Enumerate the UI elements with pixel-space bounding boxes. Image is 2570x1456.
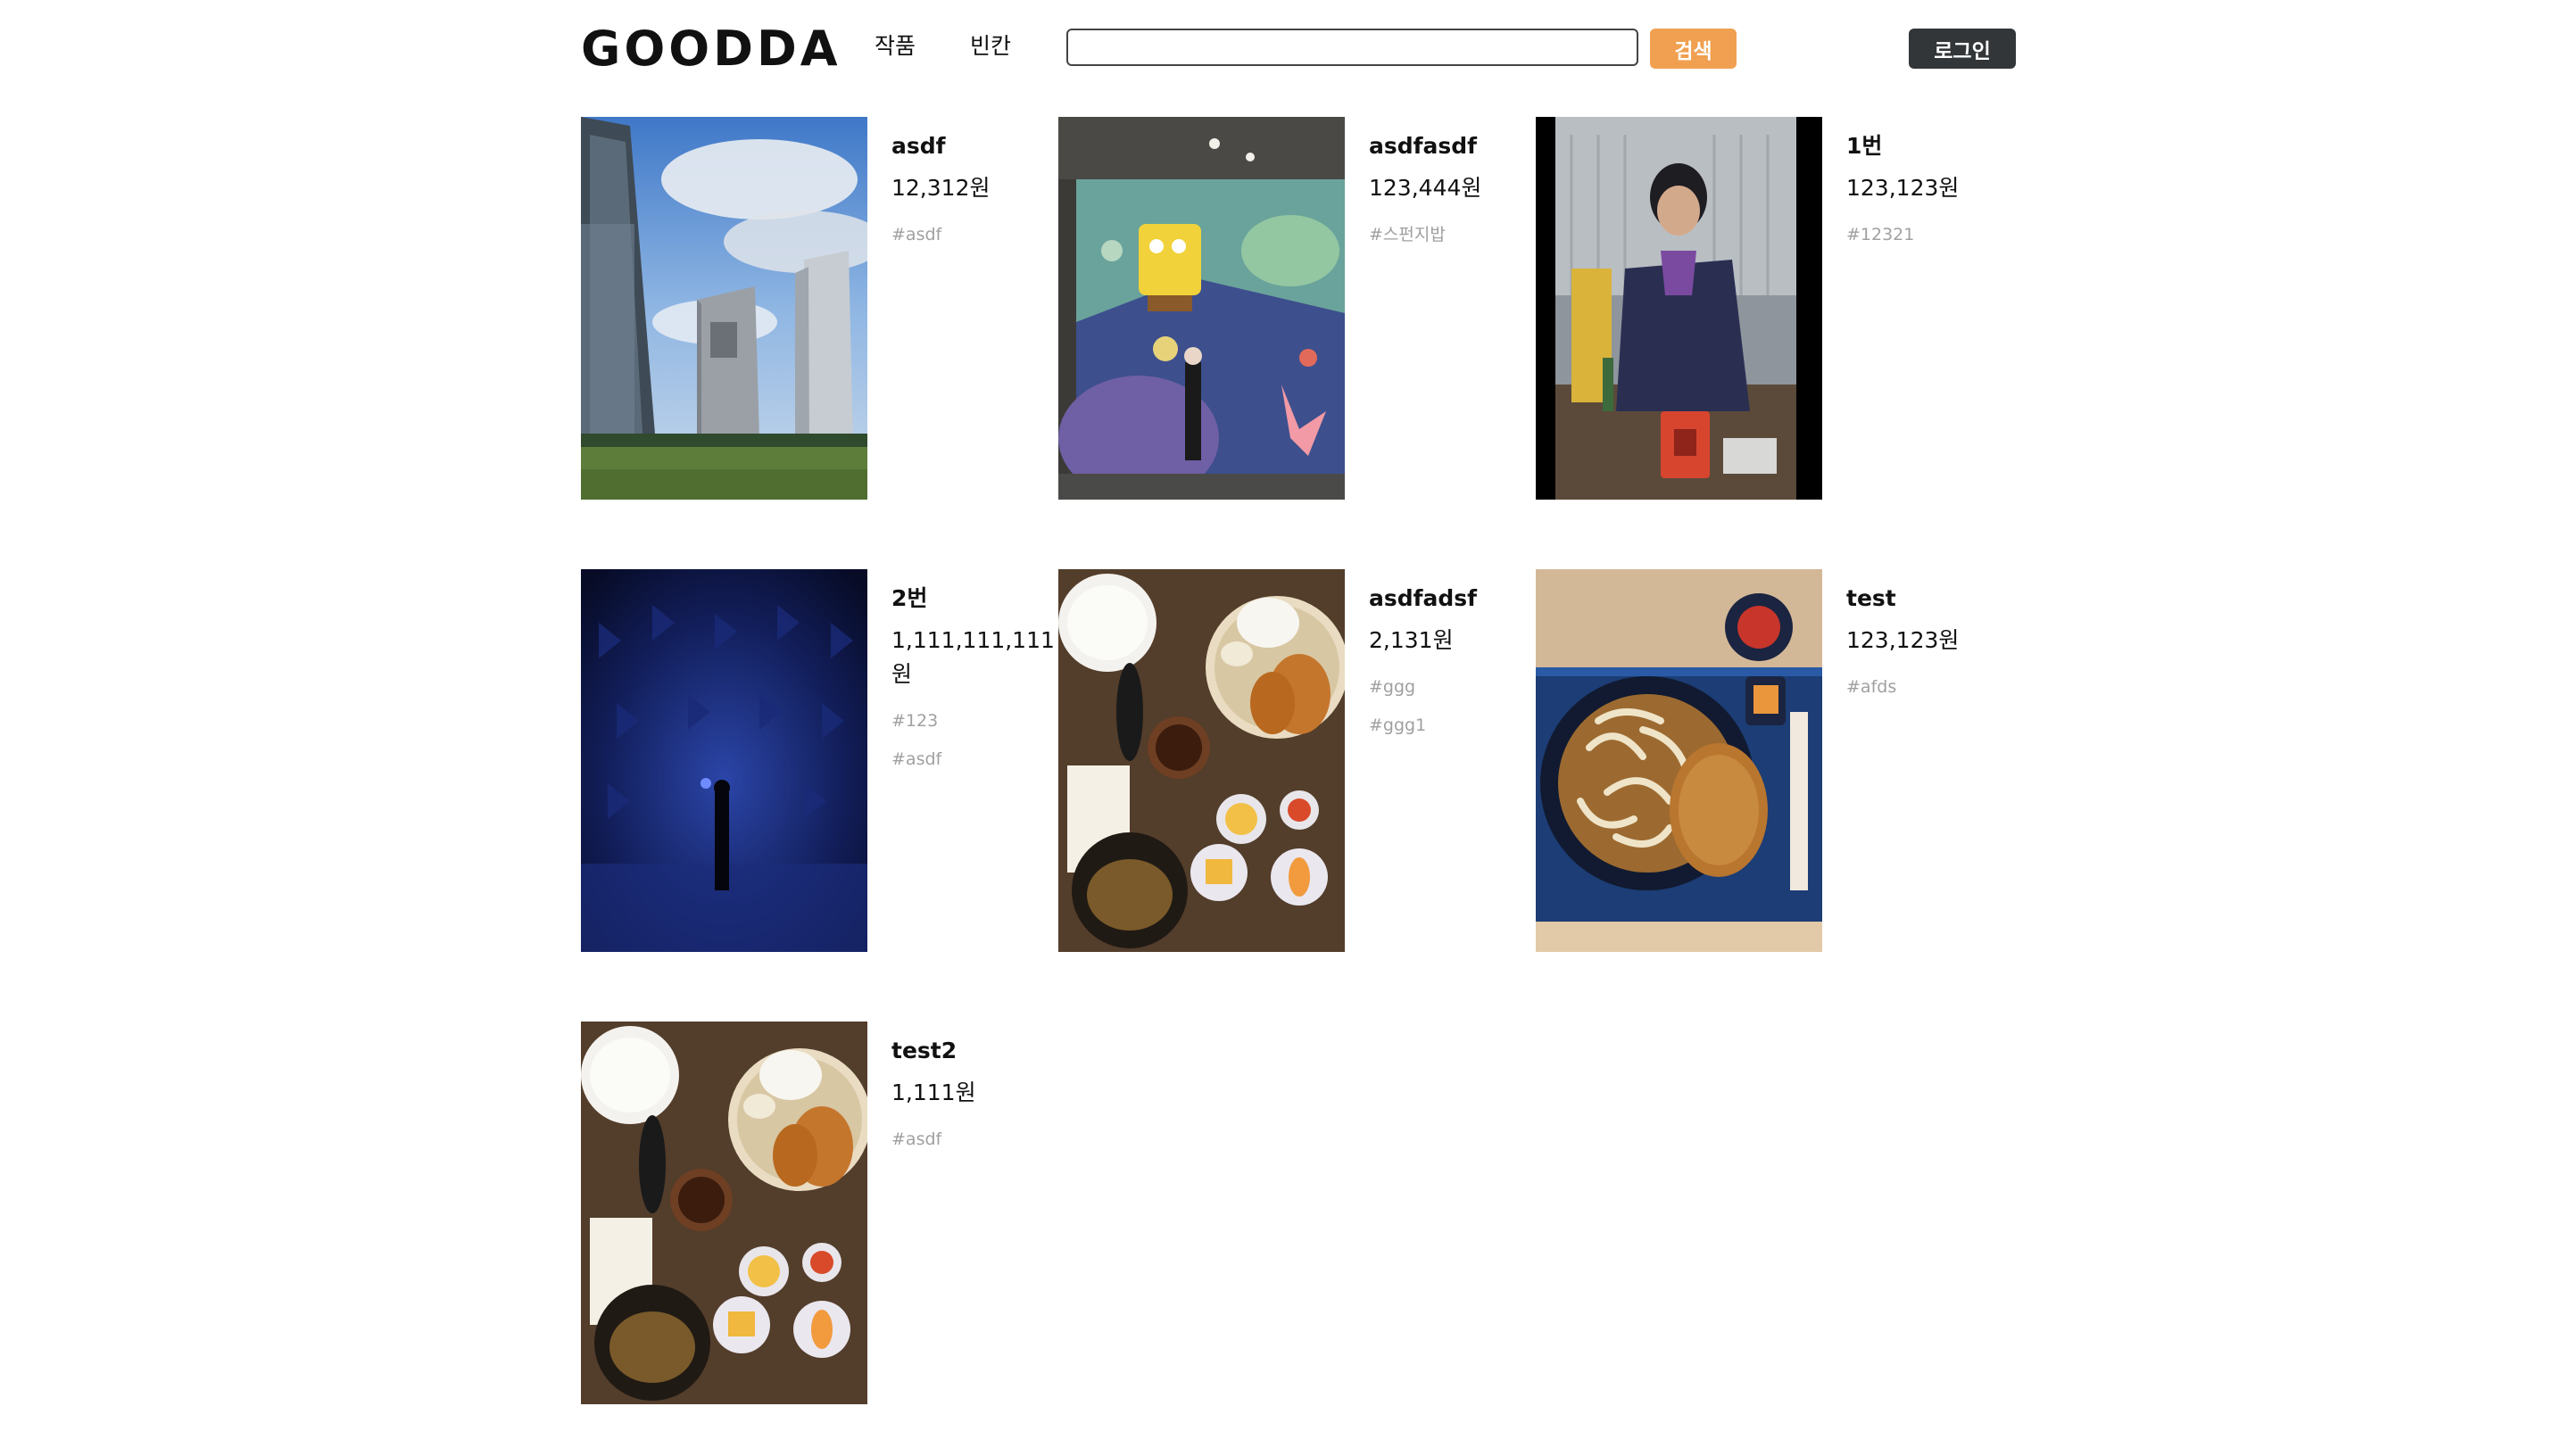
product-image-set-meal[interactable] bbox=[581, 1022, 867, 1404]
product-info: test2 1,111원 #asdf bbox=[867, 1022, 976, 1404]
product-info: 2번 1,111,111,111원 #123 #asdf bbox=[867, 569, 1058, 952]
product-tag[interactable]: #asdf bbox=[891, 216, 990, 254]
product-image-person-at-desk[interactable] bbox=[1536, 117, 1822, 500]
product-info: test 123,123원 #afds bbox=[1822, 569, 1959, 952]
product-info: asdfasdf 123,444원 #스펀지밥 bbox=[1345, 117, 1481, 500]
nav-link-works[interactable]: 작품 bbox=[875, 29, 916, 64]
product-title[interactable]: asdfadsf bbox=[1369, 582, 1477, 616]
product-tag[interactable]: #afds bbox=[1846, 668, 1959, 707]
product-tag[interactable]: #12321 bbox=[1846, 216, 1959, 254]
product-tag[interactable]: #asdf bbox=[891, 740, 1058, 779]
product-tag[interactable]: #ggg1 bbox=[1369, 707, 1477, 745]
product-tags: #12321 bbox=[1846, 216, 1959, 254]
product-price: 123,444원 bbox=[1369, 175, 1482, 201]
product-tags: #asdf bbox=[891, 216, 990, 254]
search-button[interactable]: 검색 bbox=[1650, 29, 1737, 69]
product-tag[interactable]: #asdf bbox=[891, 1121, 976, 1159]
product-title[interactable]: 1번 bbox=[1846, 129, 1959, 163]
product-image-udon-katsu[interactable] bbox=[1536, 569, 1822, 952]
product-title[interactable]: test2 bbox=[891, 1034, 976, 1068]
product-card[interactable]: test2 1,111원 #asdf bbox=[581, 1022, 1058, 1404]
product-price: 123,123원 bbox=[1846, 627, 1960, 653]
product-info: asdfadsf 2,131원 #ggg #ggg1 bbox=[1345, 569, 1477, 952]
product-price: 123,123원 bbox=[1846, 175, 1960, 201]
product-tags: #asdf bbox=[891, 1121, 976, 1159]
product-tags: #ggg #ggg1 bbox=[1369, 668, 1477, 745]
product-title[interactable]: asdf bbox=[891, 129, 990, 163]
product-title[interactable]: 2번 bbox=[891, 582, 1058, 616]
product-card[interactable]: asdfasdf 123,444원 #스펀지밥 bbox=[1058, 117, 1536, 500]
product-card[interactable]: 2번 1,111,111,111원 #123 #asdf bbox=[581, 569, 1058, 952]
product-card[interactable]: 1번 123,123원 #12321 bbox=[1536, 117, 2013, 500]
top-header: GOODDA 작품 빈칸 검색 로그인 bbox=[0, 0, 2570, 98]
product-title[interactable]: asdfasdf bbox=[1369, 129, 1481, 163]
product-price: 2,131원 bbox=[1369, 627, 1454, 653]
product-image-set-meal[interactable] bbox=[1058, 569, 1345, 952]
product-tag[interactable]: #스펀지밥 bbox=[1369, 216, 1481, 254]
nav-link-blank[interactable]: 빈칸 bbox=[970, 29, 1011, 64]
product-tag[interactable]: #123 bbox=[891, 702, 1058, 740]
product-title[interactable]: test bbox=[1846, 582, 1959, 616]
product-tags: #afds bbox=[1846, 668, 1959, 707]
product-card[interactable]: test 123,123원 #afds bbox=[1536, 569, 2013, 952]
product-image-spongebob-mural[interactable] bbox=[1058, 117, 1345, 500]
product-tag[interactable]: #ggg bbox=[1369, 668, 1477, 707]
product-image-city-buildings[interactable] bbox=[581, 117, 867, 500]
product-card[interactable]: asdfadsf 2,131원 #ggg #ggg1 bbox=[1058, 569, 1536, 952]
product-image-blue-room[interactable] bbox=[581, 569, 867, 952]
product-info: asdf 12,312원 #asdf bbox=[867, 117, 990, 500]
product-info: 1번 123,123원 #12321 bbox=[1822, 117, 1959, 500]
login-button[interactable]: 로그인 bbox=[1909, 29, 2016, 69]
product-price: 1,111원 bbox=[891, 1080, 976, 1105]
product-grid: asdf 12,312원 #asdf asdfasdf 123,444원 #스펀… bbox=[581, 117, 2027, 1404]
product-tags: #스펀지밥 bbox=[1369, 216, 1481, 254]
product-tags: #123 #asdf bbox=[891, 702, 1058, 779]
product-price: 1,111,111,111원 bbox=[891, 627, 1055, 687]
product-card[interactable]: asdf 12,312원 #asdf bbox=[581, 117, 1058, 500]
search-input[interactable] bbox=[1066, 29, 1638, 66]
product-price: 12,312원 bbox=[891, 175, 991, 201]
site-logo[interactable]: GOODDA bbox=[581, 20, 841, 79]
